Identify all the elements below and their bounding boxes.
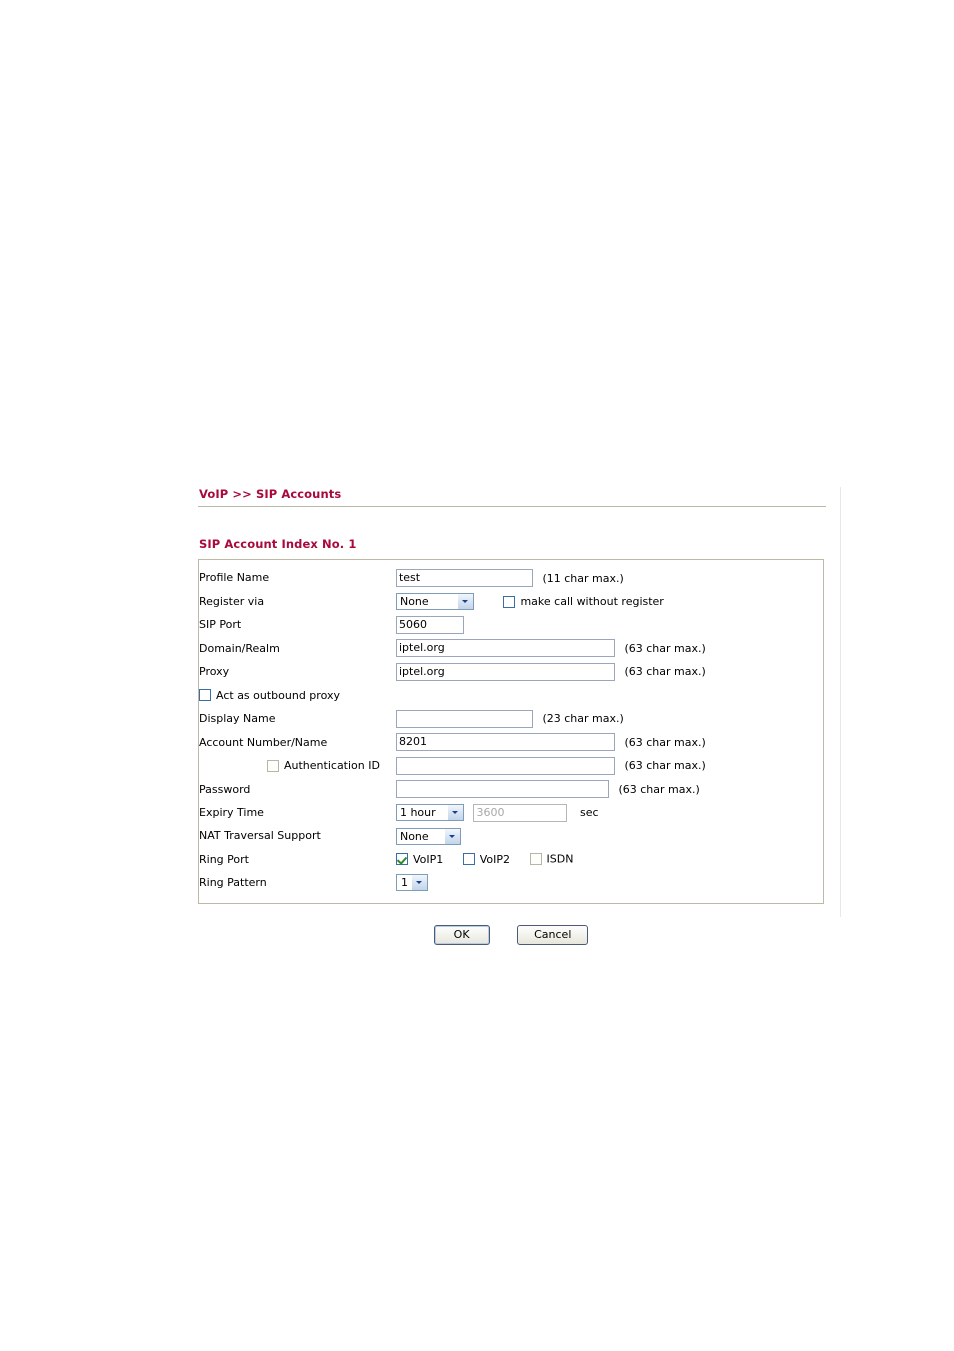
row-password: Password (63 char max.) <box>199 777 823 801</box>
row-ring-pattern: Ring Pattern 1 <box>199 871 823 894</box>
act-as-outbound-proxy-cell[interactable]: Act as outbound proxy <box>199 683 823 707</box>
row-authentication-id: Authentication ID (63 char max.) <box>199 754 823 778</box>
ring-port-voip1-label: VoIP1 <box>412 852 444 866</box>
expiry-time-select[interactable]: 1 hour <box>395 804 464 822</box>
proxy-hint: (63 char max.) <box>624 665 706 679</box>
chevron-down-icon <box>410 875 427 891</box>
ring-pattern-label: Ring Pattern <box>199 875 267 889</box>
page-container-edge <box>840 487 841 917</box>
row-sip-port: SIP Port <box>199 613 823 636</box>
expiry-time-seconds-input[interactable] <box>473 803 568 822</box>
ring-pattern-select[interactable]: 1 <box>395 874 428 892</box>
sip-port-label: SIP Port <box>199 618 242 632</box>
ring-port-voip2-checkbox[interactable] <box>462 853 475 866</box>
expiry-time-select-value: 1 hour <box>399 806 436 820</box>
authentication-id-cell: (63 char max.) <box>395 754 823 778</box>
row-register-via: Register via None make call without regi… <box>199 590 823 614</box>
breadcrumb: VoIP >> SIP Accounts <box>199 487 342 501</box>
authentication-id-label: Authentication ID <box>284 759 380 773</box>
chevron-down-icon <box>443 828 460 844</box>
profile-name-input[interactable] <box>395 569 533 587</box>
authentication-id-hint: (63 char max.) <box>624 759 706 773</box>
ring-port-voip1-checkbox[interactable] <box>395 853 408 866</box>
ok-button[interactable]: OK <box>433 924 490 945</box>
sip-accounts-page: VoIP >> SIP Accounts SIP Account Index N… <box>198 487 828 945</box>
title-divider <box>198 506 826 507</box>
row-proxy: Proxy (63 char max.) <box>199 660 823 684</box>
authentication-id-label-cell[interactable]: Authentication ID <box>199 754 396 778</box>
profile-name-label: Profile Name <box>199 571 270 585</box>
display-name-label: Display Name <box>199 712 276 725</box>
form-table: Profile Name (11 char max.) Register via… <box>199 566 823 894</box>
account-number-name-label: Account Number/Name <box>199 735 328 749</box>
ring-port-isdn-checkbox <box>529 853 542 866</box>
domain-realm-label: Domain/Realm <box>199 641 280 655</box>
row-display-name: Display Name (23 char max.) <box>199 707 823 731</box>
profile-name-hint: (11 char max.) <box>542 571 624 585</box>
account-number-name-hint: (63 char max.) <box>624 735 706 749</box>
sip-port-input[interactable] <box>395 616 464 635</box>
sip-account-form: Profile Name (11 char max.) Register via… <box>198 559 824 904</box>
expiry-time-label: Expiry Time <box>199 806 264 819</box>
account-number-name-cell: (63 char max.) <box>395 730 823 754</box>
ring-pattern-cell: 1 <box>395 871 823 894</box>
make-call-without-register-checkbox[interactable] <box>503 595 516 608</box>
register-via-label: Register via <box>199 594 265 608</box>
domain-realm-cell: (63 char max.) <box>395 636 823 660</box>
authentication-id-checkbox[interactable] <box>267 759 279 772</box>
password-cell: (63 char max.) <box>395 777 823 801</box>
ring-port-isdn-label: ISDN <box>546 852 574 866</box>
row-expiry-time: Expiry Time 1 hour sec <box>199 801 823 825</box>
make-call-without-register-group[interactable]: make call without register <box>503 590 679 614</box>
nat-traversal-support-cell: None <box>395 824 823 847</box>
chevron-down-icon <box>456 594 473 609</box>
row-profile-name: Profile Name (11 char max.) <box>199 566 823 590</box>
page-title: SIP Account Index No. 1 <box>199 537 357 551</box>
form-actions: OK Cancel <box>198 924 824 945</box>
ring-port-label: Ring Port <box>199 852 249 866</box>
authentication-id-input[interactable] <box>395 756 615 775</box>
proxy-label: Proxy <box>199 665 230 678</box>
expiry-time-unit: sec <box>579 806 599 820</box>
act-as-outbound-proxy-checkbox[interactable] <box>199 689 211 702</box>
row-nat-traversal-support: NAT Traversal Support None <box>199 824 823 847</box>
display-name-cell: (23 char max.) <box>395 707 823 731</box>
expiry-time-cell: 1 hour sec <box>395 801 823 825</box>
domain-realm-input[interactable] <box>395 639 615 658</box>
row-ring-port: Ring Port VoIP1 VoIP2 ISDN <box>199 847 823 871</box>
row-domain-realm: Domain/Realm (63 char max.) <box>199 636 823 660</box>
act-as-outbound-proxy-label: Act as outbound proxy <box>216 688 340 702</box>
row-account-number-name: Account Number/Name (63 char max.) <box>199 730 823 754</box>
profile-name-cell: (11 char max.) <box>395 566 823 590</box>
nat-traversal-support-select[interactable]: None <box>395 827 461 845</box>
account-number-name-input[interactable] <box>395 733 615 752</box>
password-label: Password <box>199 782 251 796</box>
sip-port-cell <box>395 613 823 636</box>
ring-pattern-select-value: 1 <box>400 876 408 890</box>
nat-traversal-support-select-value: None <box>399 829 429 843</box>
register-via-cell: None make call without register <box>395 590 823 614</box>
chevron-down-icon <box>446 805 463 821</box>
make-call-without-register-label: make call without register <box>520 595 664 609</box>
display-name-hint: (23 char max.) <box>542 712 624 726</box>
nat-traversal-support-label: NAT Traversal Support <box>199 829 321 843</box>
proxy-cell: (63 char max.) <box>395 660 823 684</box>
password-hint: (63 char max.) <box>618 782 700 796</box>
row-act-as-outbound-proxy: Act as outbound proxy <box>199 683 823 707</box>
password-input[interactable] <box>395 780 609 799</box>
register-via-select-value: None <box>399 595 429 608</box>
proxy-input[interactable] <box>395 662 615 681</box>
display-name-input[interactable] <box>395 709 533 728</box>
cancel-button[interactable]: Cancel <box>517 924 589 945</box>
register-via-select[interactable]: None <box>395 593 474 610</box>
ring-port-cell: VoIP1 VoIP2 ISDN <box>395 847 823 871</box>
ring-port-voip2-label: VoIP2 <box>479 852 511 866</box>
domain-realm-hint: (63 char max.) <box>624 641 706 655</box>
